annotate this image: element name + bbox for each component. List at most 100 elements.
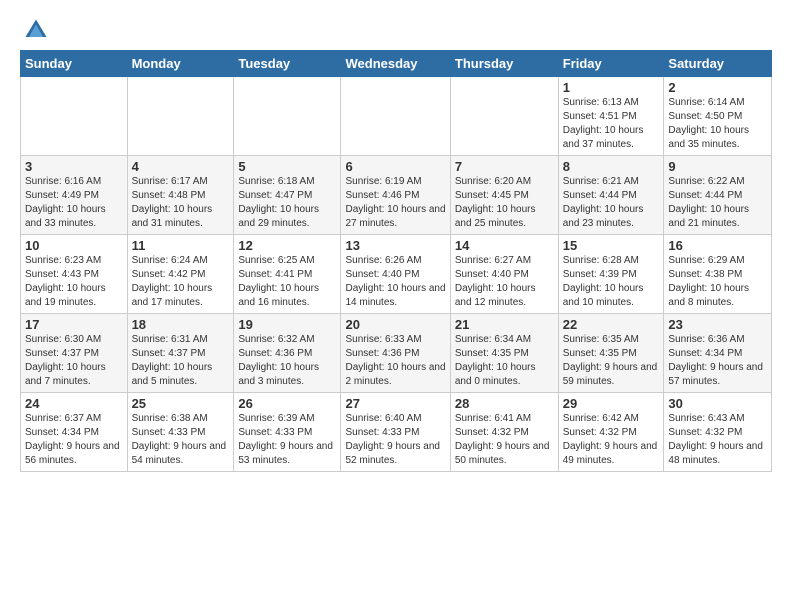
day-cell-10: 10Sunrise: 6:23 AM Sunset: 4:43 PM Dayli… <box>21 235 128 314</box>
empty-cell <box>127 77 234 156</box>
day-number: 27 <box>345 396 445 411</box>
day-number: 24 <box>25 396 123 411</box>
day-info: Sunrise: 6:22 AM Sunset: 4:44 PM Dayligh… <box>668 175 767 231</box>
day-cell-1: 1Sunrise: 6:13 AM Sunset: 4:51 PM Daylig… <box>558 77 664 156</box>
day-number: 26 <box>238 396 336 411</box>
day-info: Sunrise: 6:41 AM Sunset: 4:32 PM Dayligh… <box>455 412 554 468</box>
day-number: 4 <box>132 159 230 174</box>
day-cell-17: 17Sunrise: 6:30 AM Sunset: 4:37 PM Dayli… <box>21 314 128 393</box>
day-info: Sunrise: 6:13 AM Sunset: 4:51 PM Dayligh… <box>563 96 660 152</box>
week-row-1: 1Sunrise: 6:13 AM Sunset: 4:51 PM Daylig… <box>21 77 772 156</box>
day-cell-13: 13Sunrise: 6:26 AM Sunset: 4:40 PM Dayli… <box>341 235 450 314</box>
logo-icon <box>22 16 50 44</box>
day-number: 16 <box>668 238 767 253</box>
day-number: 28 <box>455 396 554 411</box>
day-info: Sunrise: 6:28 AM Sunset: 4:39 PM Dayligh… <box>563 254 660 310</box>
day-info: Sunrise: 6:31 AM Sunset: 4:37 PM Dayligh… <box>132 333 230 389</box>
week-row-3: 10Sunrise: 6:23 AM Sunset: 4:43 PM Dayli… <box>21 235 772 314</box>
day-info: Sunrise: 6:27 AM Sunset: 4:40 PM Dayligh… <box>455 254 554 310</box>
day-cell-24: 24Sunrise: 6:37 AM Sunset: 4:34 PM Dayli… <box>21 393 128 472</box>
day-info: Sunrise: 6:38 AM Sunset: 4:33 PM Dayligh… <box>132 412 230 468</box>
day-info: Sunrise: 6:29 AM Sunset: 4:38 PM Dayligh… <box>668 254 767 310</box>
weekday-header-thursday: Thursday <box>450 51 558 77</box>
calendar-table: SundayMondayTuesdayWednesdayThursdayFrid… <box>20 50 772 472</box>
empty-cell <box>450 77 558 156</box>
day-cell-7: 7Sunrise: 6:20 AM Sunset: 4:45 PM Daylig… <box>450 156 558 235</box>
weekday-header-tuesday: Tuesday <box>234 51 341 77</box>
week-row-5: 24Sunrise: 6:37 AM Sunset: 4:34 PM Dayli… <box>21 393 772 472</box>
day-cell-14: 14Sunrise: 6:27 AM Sunset: 4:40 PM Dayli… <box>450 235 558 314</box>
day-cell-27: 27Sunrise: 6:40 AM Sunset: 4:33 PM Dayli… <box>341 393 450 472</box>
day-cell-25: 25Sunrise: 6:38 AM Sunset: 4:33 PM Dayli… <box>127 393 234 472</box>
day-cell-8: 8Sunrise: 6:21 AM Sunset: 4:44 PM Daylig… <box>558 156 664 235</box>
day-number: 10 <box>25 238 123 253</box>
day-cell-23: 23Sunrise: 6:36 AM Sunset: 4:34 PM Dayli… <box>664 314 772 393</box>
day-cell-12: 12Sunrise: 6:25 AM Sunset: 4:41 PM Dayli… <box>234 235 341 314</box>
day-cell-20: 20Sunrise: 6:33 AM Sunset: 4:36 PM Dayli… <box>341 314 450 393</box>
day-info: Sunrise: 6:34 AM Sunset: 4:35 PM Dayligh… <box>455 333 554 389</box>
day-number: 5 <box>238 159 336 174</box>
day-cell-6: 6Sunrise: 6:19 AM Sunset: 4:46 PM Daylig… <box>341 156 450 235</box>
day-cell-28: 28Sunrise: 6:41 AM Sunset: 4:32 PM Dayli… <box>450 393 558 472</box>
empty-cell <box>341 77 450 156</box>
weekday-header-sunday: Sunday <box>21 51 128 77</box>
empty-cell <box>234 77 341 156</box>
day-number: 9 <box>668 159 767 174</box>
day-info: Sunrise: 6:37 AM Sunset: 4:34 PM Dayligh… <box>25 412 123 468</box>
week-row-4: 17Sunrise: 6:30 AM Sunset: 4:37 PM Dayli… <box>21 314 772 393</box>
day-cell-11: 11Sunrise: 6:24 AM Sunset: 4:42 PM Dayli… <box>127 235 234 314</box>
day-info: Sunrise: 6:32 AM Sunset: 4:36 PM Dayligh… <box>238 333 336 389</box>
day-info: Sunrise: 6:26 AM Sunset: 4:40 PM Dayligh… <box>345 254 445 310</box>
day-number: 18 <box>132 317 230 332</box>
weekday-header-monday: Monday <box>127 51 234 77</box>
day-info: Sunrise: 6:43 AM Sunset: 4:32 PM Dayligh… <box>668 412 767 468</box>
day-cell-5: 5Sunrise: 6:18 AM Sunset: 4:47 PM Daylig… <box>234 156 341 235</box>
day-number: 22 <box>563 317 660 332</box>
day-info: Sunrise: 6:30 AM Sunset: 4:37 PM Dayligh… <box>25 333 123 389</box>
day-number: 7 <box>455 159 554 174</box>
day-info: Sunrise: 6:17 AM Sunset: 4:48 PM Dayligh… <box>132 175 230 231</box>
day-cell-16: 16Sunrise: 6:29 AM Sunset: 4:38 PM Dayli… <box>664 235 772 314</box>
day-cell-4: 4Sunrise: 6:17 AM Sunset: 4:48 PM Daylig… <box>127 156 234 235</box>
weekday-header-friday: Friday <box>558 51 664 77</box>
day-number: 12 <box>238 238 336 253</box>
day-info: Sunrise: 6:14 AM Sunset: 4:50 PM Dayligh… <box>668 96 767 152</box>
day-cell-29: 29Sunrise: 6:42 AM Sunset: 4:32 PM Dayli… <box>558 393 664 472</box>
day-number: 14 <box>455 238 554 253</box>
day-info: Sunrise: 6:19 AM Sunset: 4:46 PM Dayligh… <box>345 175 445 231</box>
day-cell-30: 30Sunrise: 6:43 AM Sunset: 4:32 PM Dayli… <box>664 393 772 472</box>
day-number: 6 <box>345 159 445 174</box>
day-cell-18: 18Sunrise: 6:31 AM Sunset: 4:37 PM Dayli… <box>127 314 234 393</box>
day-number: 11 <box>132 238 230 253</box>
day-info: Sunrise: 6:35 AM Sunset: 4:35 PM Dayligh… <box>563 333 660 389</box>
day-info: Sunrise: 6:23 AM Sunset: 4:43 PM Dayligh… <box>25 254 123 310</box>
day-number: 19 <box>238 317 336 332</box>
header <box>20 16 772 44</box>
day-info: Sunrise: 6:42 AM Sunset: 4:32 PM Dayligh… <box>563 412 660 468</box>
day-cell-21: 21Sunrise: 6:34 AM Sunset: 4:35 PM Dayli… <box>450 314 558 393</box>
day-cell-2: 2Sunrise: 6:14 AM Sunset: 4:50 PM Daylig… <box>664 77 772 156</box>
day-cell-15: 15Sunrise: 6:28 AM Sunset: 4:39 PM Dayli… <box>558 235 664 314</box>
weekday-header-row: SundayMondayTuesdayWednesdayThursdayFrid… <box>21 51 772 77</box>
day-number: 23 <box>668 317 767 332</box>
day-cell-9: 9Sunrise: 6:22 AM Sunset: 4:44 PM Daylig… <box>664 156 772 235</box>
day-info: Sunrise: 6:18 AM Sunset: 4:47 PM Dayligh… <box>238 175 336 231</box>
day-info: Sunrise: 6:20 AM Sunset: 4:45 PM Dayligh… <box>455 175 554 231</box>
day-number: 1 <box>563 80 660 95</box>
day-cell-3: 3Sunrise: 6:16 AM Sunset: 4:49 PM Daylig… <box>21 156 128 235</box>
day-number: 25 <box>132 396 230 411</box>
day-number: 20 <box>345 317 445 332</box>
day-info: Sunrise: 6:39 AM Sunset: 4:33 PM Dayligh… <box>238 412 336 468</box>
day-number: 29 <box>563 396 660 411</box>
day-number: 2 <box>668 80 767 95</box>
week-row-2: 3Sunrise: 6:16 AM Sunset: 4:49 PM Daylig… <box>21 156 772 235</box>
day-info: Sunrise: 6:21 AM Sunset: 4:44 PM Dayligh… <box>563 175 660 231</box>
weekday-header-wednesday: Wednesday <box>341 51 450 77</box>
day-info: Sunrise: 6:33 AM Sunset: 4:36 PM Dayligh… <box>345 333 445 389</box>
day-number: 15 <box>563 238 660 253</box>
empty-cell <box>21 77 128 156</box>
day-info: Sunrise: 6:25 AM Sunset: 4:41 PM Dayligh… <box>238 254 336 310</box>
day-cell-26: 26Sunrise: 6:39 AM Sunset: 4:33 PM Dayli… <box>234 393 341 472</box>
day-number: 30 <box>668 396 767 411</box>
day-number: 3 <box>25 159 123 174</box>
